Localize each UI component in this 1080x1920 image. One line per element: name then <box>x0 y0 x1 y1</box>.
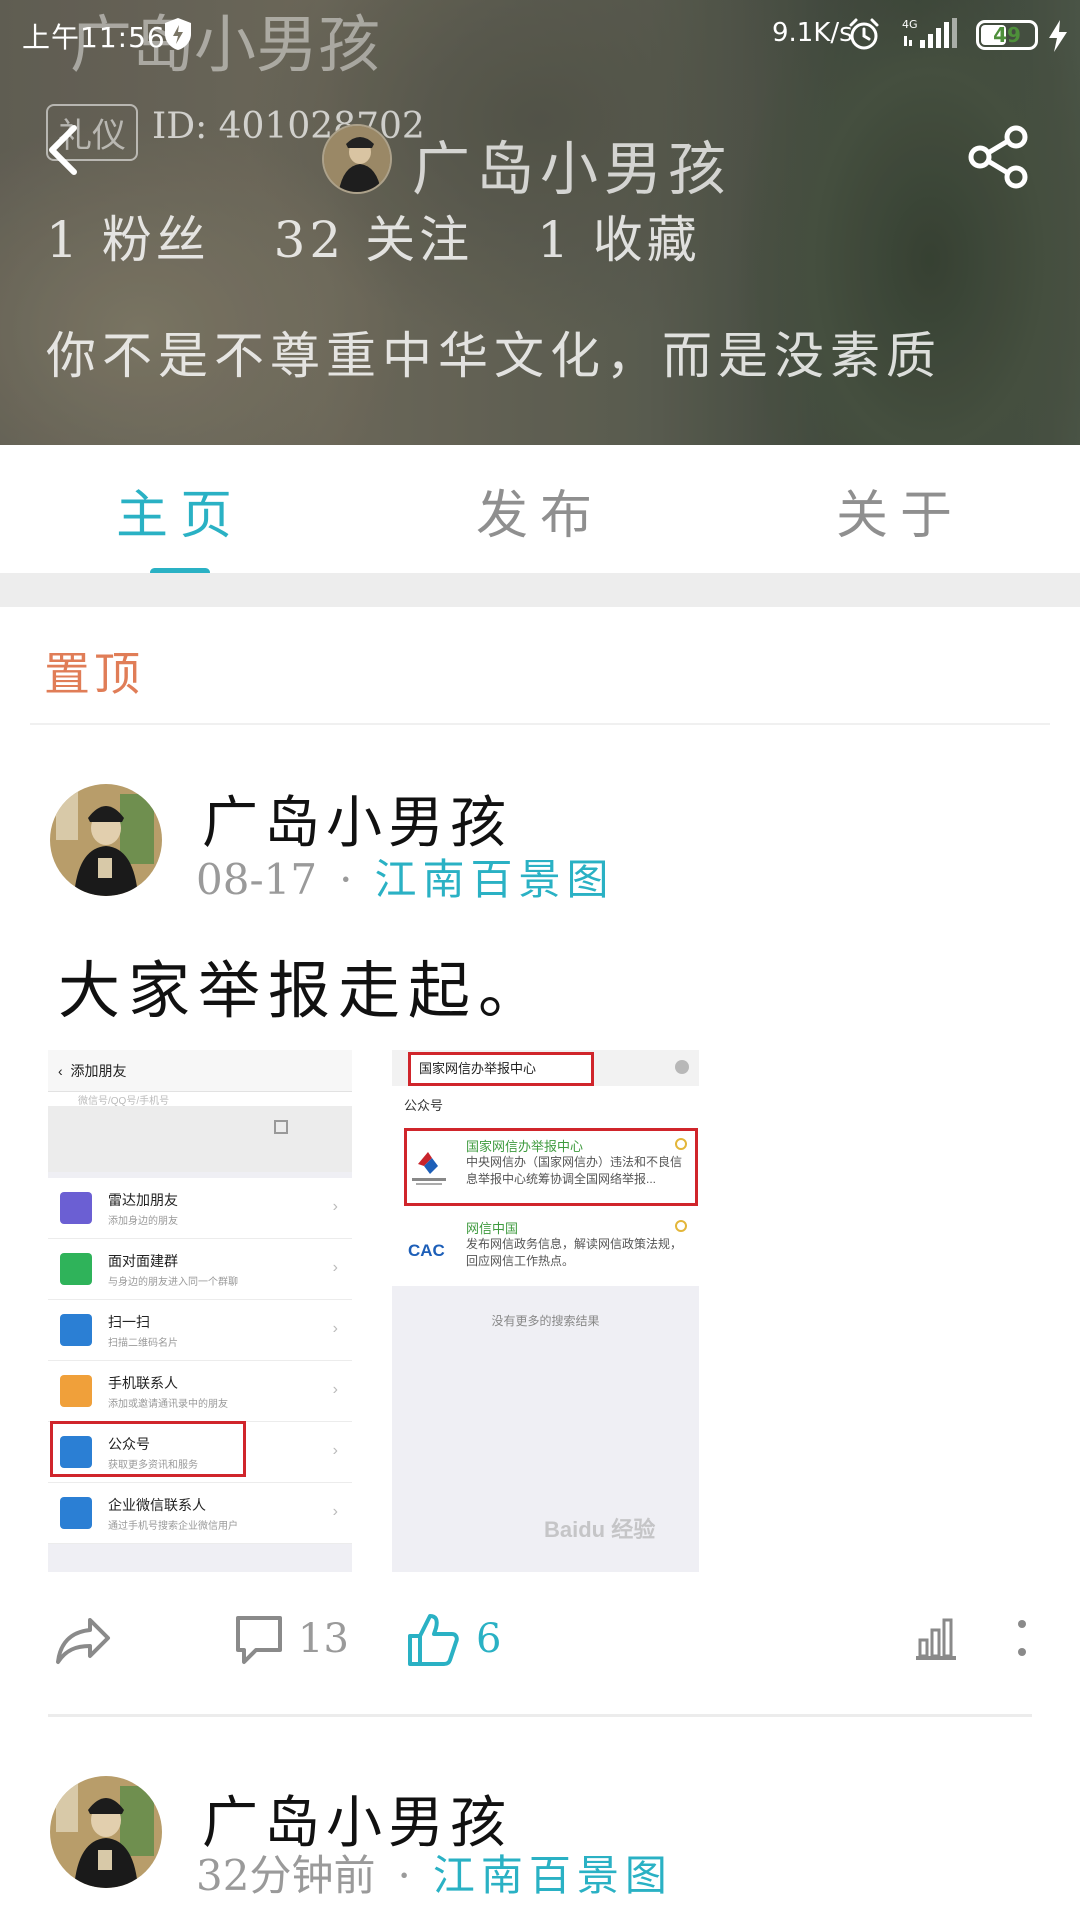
result-name: 网信中国 <box>466 1221 519 1236</box>
status-bar: 上午11:56 9.1K/s 4G 49 <box>0 0 1080 72</box>
like-count: 6 <box>476 1616 502 1662</box>
list-item: 扫一扫 扫描二维码名片 › <box>48 1300 352 1361</box>
list-item-sub: 通过手机号搜索企业微信用户 <box>108 1521 238 1532</box>
status-time: 上午11:56 <box>22 21 166 54</box>
profile-header: 广岛小男孩 上午11:56 9.1K/s 4G 49 礼仪 ID: 401028… <box>0 0 1080 445</box>
list-item-title: 面对面建群 <box>108 1253 178 1269</box>
post-avatar[interactable] <box>50 1776 162 1888</box>
list-item-title: 扫一扫 <box>108 1314 150 1330</box>
list-item: 面对面建群 与身边的朋友进入同一个群聊 › <box>48 1239 352 1300</box>
cac-logo-icon: CAC <box>406 1226 452 1272</box>
post-meta: 32分钟前 · 江南百景图 <box>196 1842 673 1903</box>
wechat-search-hint: 微信号/QQ号/手机号 <box>48 1092 352 1107</box>
radar-icon <box>60 1192 92 1224</box>
wechat-options-list: 雷达加朋友 添加身边的朋友 › 面对面建群 与身边的朋友进入同一个群聊 › 扫一… <box>48 1178 352 1544</box>
contacts-icon <box>60 1375 92 1407</box>
list-item-sub: 扫描二维码名片 <box>108 1338 178 1349</box>
like-icon[interactable] <box>406 1612 460 1668</box>
shield-icon <box>165 18 191 50</box>
tab-posts[interactable]: 发布 <box>440 473 640 548</box>
stats-bars-icon[interactable] <box>912 1612 960 1664</box>
post-circle-link[interactable]: 江南百景图 <box>433 1851 673 1900</box>
post-actions: 13 6 <box>0 1600 1080 1680</box>
profile-stats: 1 粉丝 32 关注 1 收藏 <box>46 200 745 272</box>
list-item: 雷达加朋友 添加身边的朋友 › <box>48 1178 352 1239</box>
post-circle-link[interactable]: 江南百景图 <box>374 855 614 904</box>
no-more-results: 没有更多的搜索结果 <box>491 1314 600 1328</box>
pinned-divider <box>30 723 1050 725</box>
post-image-left[interactable]: ‹ 添加朋友 微信号/QQ号/手机号 雷达加朋友 添加身边的朋友 › 面对面建群… <box>48 1050 352 1572</box>
search-field: 国家网信办举报中心 <box>408 1052 594 1086</box>
back-arrow-icon[interactable] <box>38 118 94 182</box>
tab-about[interactable]: 关于 <box>800 473 1000 548</box>
comment-icon[interactable] <box>232 1612 286 1668</box>
charging-icon <box>1049 20 1067 52</box>
favorites-count[interactable]: 1 收藏 <box>537 211 701 269</box>
verified-icon <box>675 1220 687 1232</box>
battery-indicator: 49 <box>976 20 1038 50</box>
profile-signature: 你不是不尊重中华文化，而是没素质 <box>46 327 942 385</box>
list-item: 企业微信联系人 通过手机号搜索企业微信用户 › <box>48 1483 352 1544</box>
wechat-qr-row <box>48 1106 352 1172</box>
clear-icon <box>675 1060 689 1074</box>
share-arrow-icon[interactable] <box>54 1612 114 1668</box>
header-avatar[interactable] <box>322 124 392 194</box>
chevron-right-icon: › <box>332 1320 338 1337</box>
post-meta: 08-17 · 江南百景图 <box>196 846 614 907</box>
following-count[interactable]: 32 关注 <box>274 211 474 269</box>
list-item-title: 手机联系人 <box>108 1375 178 1391</box>
comment-count: 13 <box>298 1616 349 1662</box>
chevron-right-icon: › <box>332 1442 338 1459</box>
list-item-title: 雷达加朋友 <box>108 1192 178 1208</box>
avatar-figure-icon <box>50 1776 162 1888</box>
scan-icon <box>60 1314 92 1346</box>
profile-tabs: 主页 发布 关于 <box>0 445 1080 573</box>
post-text: 大家举报走起。 <box>58 954 549 1027</box>
list-item-title: 企业微信联系人 <box>108 1497 206 1513</box>
post-date: 32分钟前 <box>196 1851 376 1900</box>
meta-separator: · <box>339 855 353 904</box>
battery-level: 49 <box>993 23 1021 47</box>
share-icon[interactable] <box>966 124 1032 190</box>
post-image-right[interactable]: 国家网信办举报中心 公众号 国家网信办举报中心 中央网信办（国家网信办）违法和不… <box>392 1050 699 1572</box>
post-divider <box>48 1714 1032 1717</box>
section-divider <box>0 573 1080 607</box>
chevron-right-icon: › <box>332 1503 338 1520</box>
group-icon <box>60 1253 92 1285</box>
search-result: CAC 网信中国 发布网信政务信息，解读网信政策法规，回应网信工作热点。 <box>392 1208 699 1286</box>
status-net-speed: 9.1K/s <box>772 18 853 48</box>
list-item-sub: 与身边的朋友进入同一个群聊 <box>108 1277 238 1288</box>
avatar-figure-icon <box>50 784 162 896</box>
post-avatar[interactable] <box>50 784 162 896</box>
list-item: 手机联系人 添加或邀请通讯录中的朋友 › <box>48 1361 352 1422</box>
pinned-label: 置顶 <box>44 647 144 701</box>
section-label: 公众号 <box>392 1086 699 1126</box>
more-options-icon[interactable] <box>1012 1612 1032 1664</box>
tab-home[interactable]: 主页 <box>80 473 280 548</box>
avatar-figure-icon <box>324 126 390 192</box>
signal-icon: 4G <box>902 18 957 48</box>
post-date: 08-17 <box>196 855 318 904</box>
highlight-box <box>50 1421 246 1477</box>
wechat-add-friend-header: ‹ 添加朋友 <box>48 1050 352 1092</box>
cac-logo-text: CAC <box>408 1241 445 1260</box>
highlight-box <box>404 1128 698 1206</box>
meta-separator: · <box>397 1851 411 1900</box>
list-item-sub: 添加或邀请通讯录中的朋友 <box>108 1399 228 1410</box>
result-desc: 发布网信政务信息，解读网信政策法规，回应网信工作热点。 <box>466 1237 683 1268</box>
qr-code-icon <box>274 1120 288 1134</box>
fans-count[interactable]: 1 粉丝 <box>46 211 210 269</box>
search-header: 国家网信办举报中心 <box>392 1050 699 1086</box>
list-item-sub: 添加身边的朋友 <box>108 1216 178 1227</box>
alarm-icon <box>849 18 879 50</box>
wechat-add-friend-title: 添加朋友 <box>70 1063 127 1079</box>
chevron-right-icon: › <box>332 1198 338 1215</box>
chevron-right-icon: › <box>332 1381 338 1398</box>
chevron-right-icon: › <box>332 1259 338 1276</box>
enterprise-contact-icon <box>60 1497 92 1529</box>
header-user-name: 广岛小男孩 <box>412 135 733 203</box>
baidu-watermark: Baidu 经验 <box>544 1517 656 1542</box>
network-type: 4G <box>902 18 918 31</box>
